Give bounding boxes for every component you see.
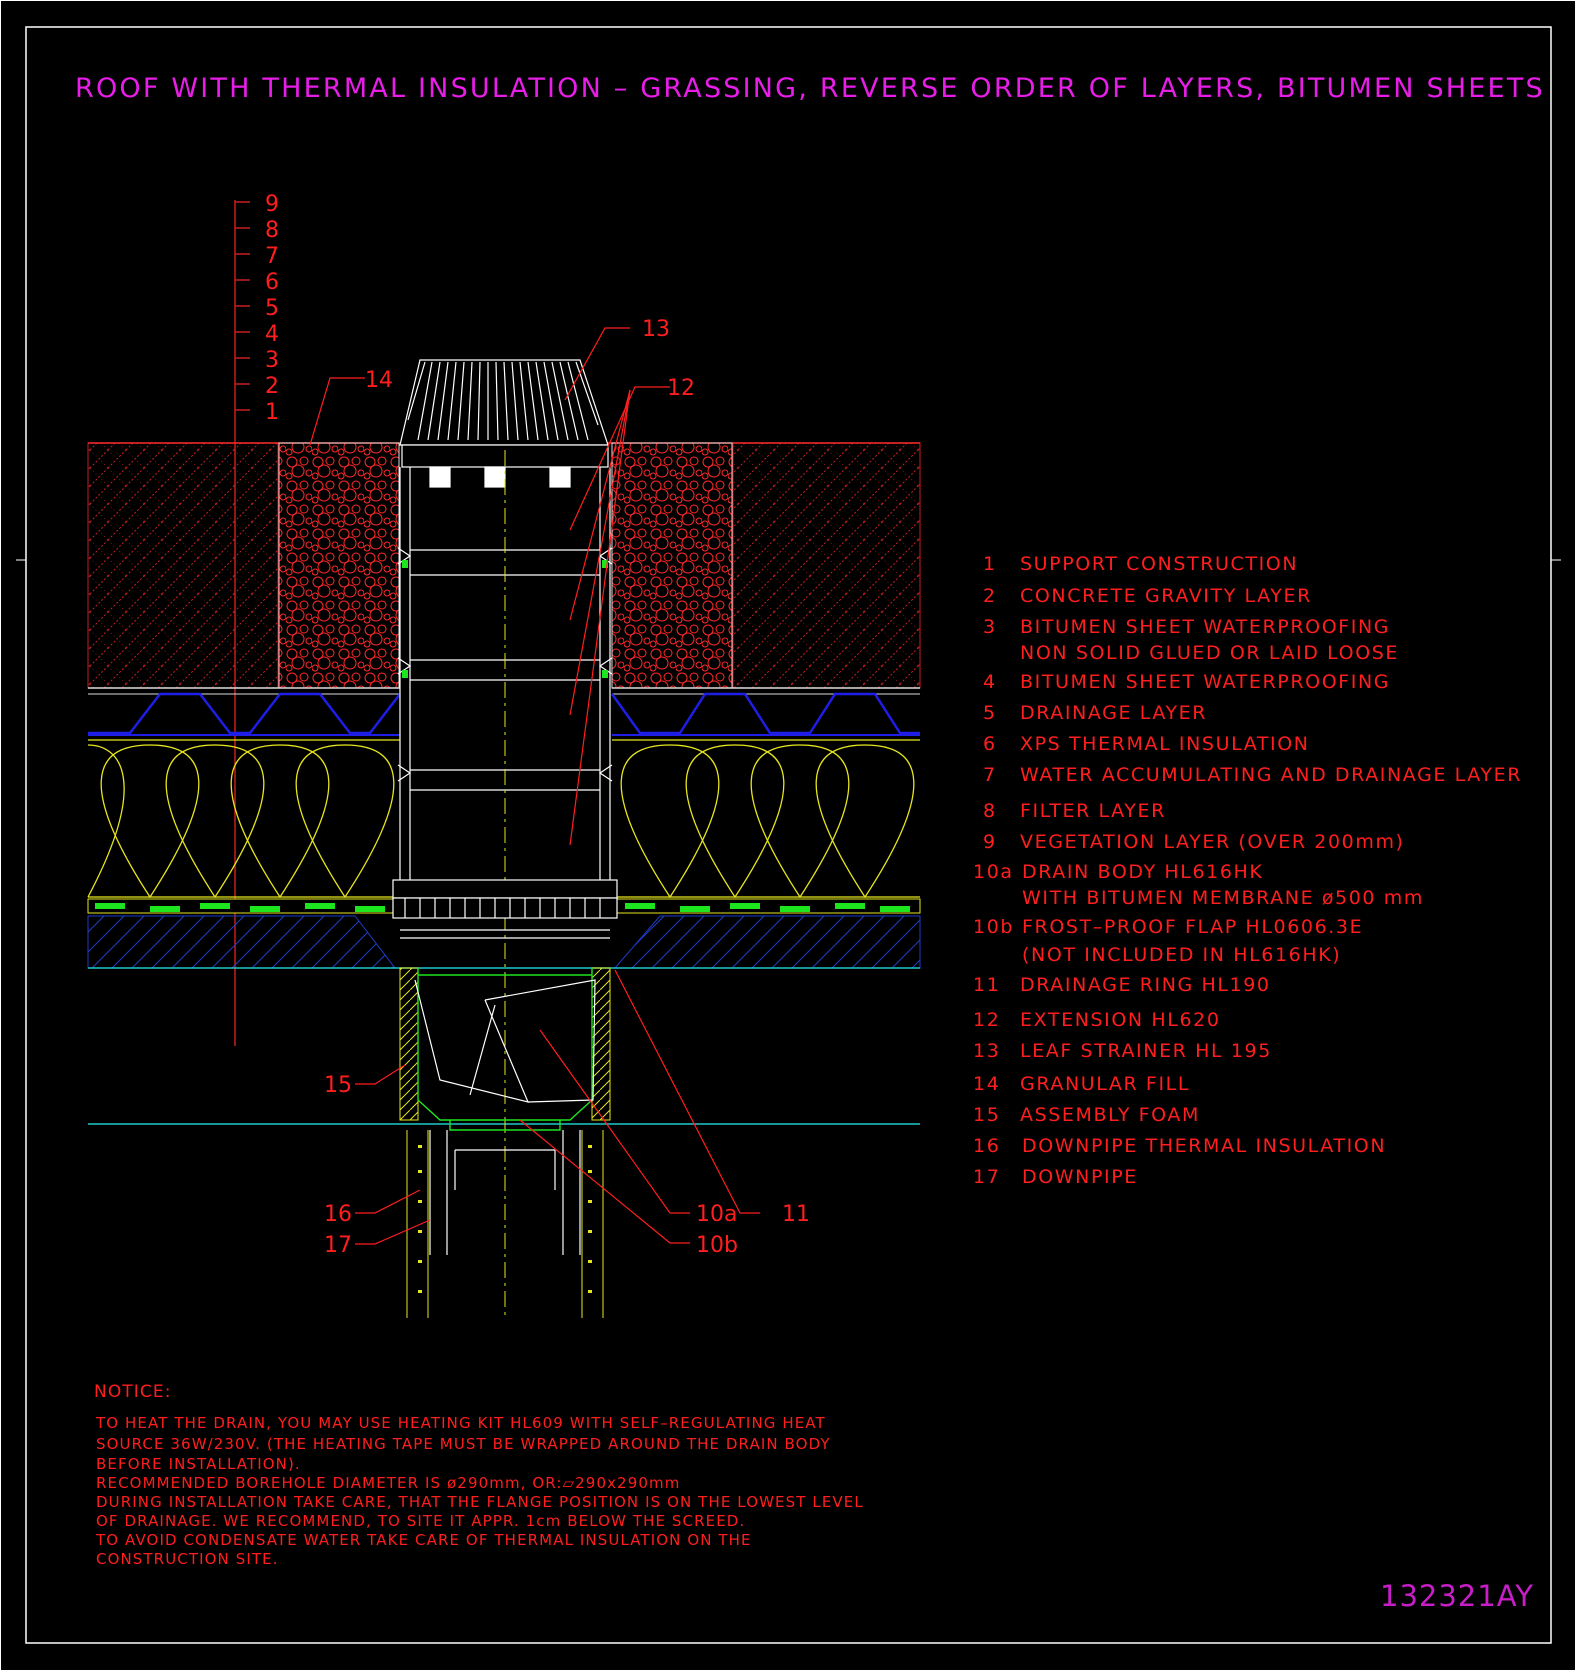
vegetation-layer-right <box>732 442 921 689</box>
legend-text-9: VEGETATION LAYER (OVER 200mm) <box>1020 831 1405 853</box>
scale-label-7: 7 <box>265 244 279 269</box>
xps-insulation-right <box>612 739 920 899</box>
legend-num-4: 4 <box>983 671 997 693</box>
callout-11: 11 <box>782 1202 810 1227</box>
legend-num-11: 11 <box>973 974 1000 996</box>
scale-label-1: 1 <box>265 400 279 425</box>
scale-label-9: 9 <box>265 192 279 217</box>
scale-label-3: 3 <box>265 348 279 373</box>
drainage-layer-right <box>610 692 920 735</box>
bitumen-waterproofing-right <box>611 898 921 914</box>
legend-text-11: DRAINAGE RING HL190 <box>1020 974 1271 996</box>
drain-body <box>417 968 593 1131</box>
legend-num-10b: 10b <box>973 916 1014 938</box>
callout-15: 15 <box>324 1073 352 1098</box>
legend-num-2: 2 <box>983 585 997 607</box>
legend-text-6: XPS THERMAL INSULATION <box>1020 733 1310 755</box>
vegetation-layer-left <box>87 442 279 689</box>
legend-num-12: 12 <box>973 1009 1000 1031</box>
legend-text-2: CONCRETE GRAVITY LAYER <box>1020 585 1312 607</box>
notice-line-8: CONSTRUCTION SITE. <box>96 1550 279 1568</box>
cad-drawing: ROOF WITH THERMAL INSULATION – GRASSING,… <box>0 0 1576 1671</box>
scale-label-8: 8 <box>265 218 279 243</box>
drain-assembly <box>392 359 618 1320</box>
legend-num-16: 16 <box>973 1135 1000 1157</box>
legend-text-10a-2: WITH BITUMEN MEMBRANE ø500 mm <box>1022 887 1424 909</box>
notice-line-6: OF DRAINAGE. WE RECOMMEND, TO SITE IT AP… <box>96 1512 745 1530</box>
legend-text-16: DOWNPIPE THERMAL INSULATION <box>1022 1135 1386 1157</box>
notice-line-7: TO AVOID CONDENSATE WATER TAKE CARE OF T… <box>95 1531 752 1549</box>
legend-text-1: SUPPORT CONSTRUCTION <box>1020 553 1298 575</box>
callout-10a: 10a <box>696 1202 737 1227</box>
callout-10b: 10b <box>696 1233 738 1258</box>
bitumen-waterproofing-left <box>87 898 401 914</box>
legend-num-6: 6 <box>983 733 997 755</box>
legend-num-10a: 10a <box>973 861 1014 883</box>
callout-16: 16 <box>324 1202 352 1227</box>
roof-section <box>87 442 921 1125</box>
legend-text-13: LEAF STRAINER HL 195 <box>1020 1040 1272 1062</box>
legend-text-5: DRAINAGE LAYER <box>1020 702 1207 724</box>
notice: NOTICE: TO HEAT THE DRAIN, YOU MAY USE H… <box>94 1382 864 1568</box>
legend-text-7: WATER ACCUMULATING AND DRAINAGE LAYER <box>1020 764 1522 786</box>
scale-label-6: 6 <box>265 270 279 295</box>
legend-text-10b-2: (NOT INCLUDED IN HL616HK) <box>1022 944 1341 966</box>
drawing-title: ROOF WITH THERMAL INSULATION – GRASSING,… <box>75 73 1545 104</box>
legend-text-3b: NON SOLID GLUED OR LAID LOOSE <box>1020 642 1399 664</box>
legend-num-14: 14 <box>973 1073 1000 1095</box>
legend-num-17: 17 <box>973 1166 1000 1188</box>
legend-num-8: 8 <box>983 800 997 822</box>
notice-line-4: RECOMMENDED BOREHOLE DIAMETER IS ø290mm,… <box>96 1474 680 1492</box>
assembly-foam-left <box>399 967 419 1121</box>
legend-num-1: 1 <box>983 553 997 575</box>
legend-text-12: EXTENSION HL620 <box>1020 1009 1221 1031</box>
support-construction-left <box>87 915 397 969</box>
legend-text-14: GRANULAR FILL <box>1020 1073 1190 1095</box>
legend-text-3a: BITUMEN SHEET WATERPROOFING <box>1020 616 1390 638</box>
legend-num-9: 9 <box>983 831 997 853</box>
scale-label-4: 4 <box>265 322 279 347</box>
legend-num-7: 7 <box>983 764 997 786</box>
callout-12: 12 <box>667 376 695 401</box>
drawing-code: 132321AY <box>1380 1579 1534 1613</box>
notice-line-2: SOURCE 36W/230V. (THE HEATING TAPE MUST … <box>96 1435 831 1453</box>
xps-insulation-left <box>87 739 400 899</box>
scale-label-2: 2 <box>265 374 279 399</box>
legend-num-15: 15 <box>973 1104 1000 1126</box>
notice-heading: NOTICE: <box>94 1382 172 1402</box>
granular-fill-left <box>278 442 400 689</box>
scale-label-5: 5 <box>265 296 279 321</box>
legend-text-10a-1: DRAIN BODY HL616HK <box>1022 861 1264 883</box>
legend-text-15: ASSEMBLY FOAM <box>1020 1104 1200 1126</box>
extension-pipe <box>397 467 613 880</box>
legend-text-4: BITUMEN SHEET WATERPROOFING <box>1020 671 1390 693</box>
callout-14: 14 <box>365 368 393 393</box>
legend-text-17: DOWNPIPE <box>1022 1166 1138 1188</box>
legend: 1 SUPPORT CONSTRUCTION 2 CONCRETE GRAVIT… <box>973 553 1522 1188</box>
drainage-layer-left <box>88 692 401 735</box>
legend-text-8: FILTER LAYER <box>1020 800 1166 822</box>
callout-17: 17 <box>324 1233 352 1258</box>
notice-line-1: TO HEAT THE DRAIN, YOU MAY USE HEATING K… <box>95 1414 826 1432</box>
granular-fill-right <box>611 442 733 689</box>
support-construction-right <box>613 915 921 969</box>
legend-num-5: 5 <box>983 702 997 724</box>
notice-line-5: DURING INSTALLATION TAKE CARE, THAT THE … <box>96 1493 864 1511</box>
legend-num-3: 3 <box>983 616 997 638</box>
legend-text-10b-1: FROST–PROOF FLAP HL0606.3E <box>1022 916 1363 938</box>
legend-num-13: 13 <box>973 1040 1000 1062</box>
notice-line-3: BEFORE INSTALLATION). <box>96 1455 301 1473</box>
callout-13: 13 <box>642 317 670 342</box>
